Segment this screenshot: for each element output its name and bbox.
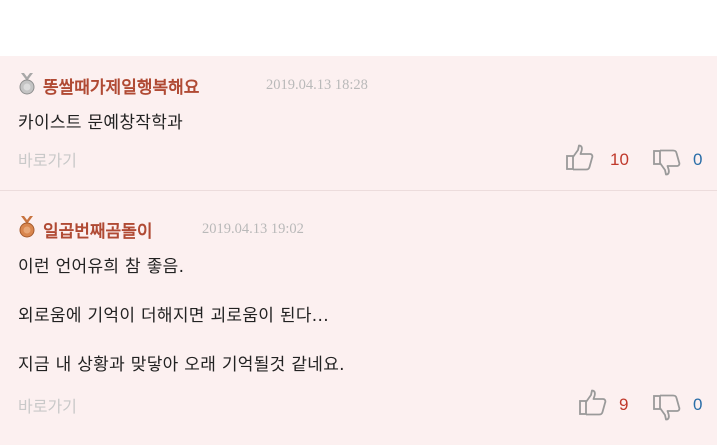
comment-date: 2019.04.13 18:28 — [266, 77, 368, 93]
silver-medal-icon — [19, 73, 35, 95]
reply-shortcut-link[interactable]: 바로가기 — [18, 393, 77, 417]
dislike-count: 0 — [693, 150, 703, 169]
like-count: 10 — [610, 150, 629, 169]
comment-date: 2019.04.13 19:02 — [202, 221, 304, 237]
comment-text-line: 지금 내 상황과 맞닿아 오래 기억될것 같네요. — [18, 355, 345, 375]
reply-shortcut-link[interactable]: 바로가기 — [18, 147, 77, 171]
comment-nickname[interactable]: 일곱번째곰돌이 — [43, 217, 152, 242]
top-blank-area — [0, 0, 717, 56]
comment-nickname[interactable]: 똥쌀때가제일행복해요 — [43, 73, 199, 98]
bronze-medal-icon — [19, 216, 35, 238]
thumbs-up-icon[interactable] — [565, 144, 595, 172]
like-count: 9 — [619, 395, 629, 414]
comment-text-line: 이런 언어유희 참 좋음. — [18, 257, 185, 277]
thumbs-up-icon[interactable] — [578, 389, 608, 417]
comment-text-line: 외로움에 기억이 더해지면 괴로움이 된다... — [18, 306, 329, 326]
dislike-count: 0 — [693, 395, 703, 414]
comment-text: 카이스트 문예창작학과 — [18, 113, 184, 133]
thumbs-down-icon[interactable] — [652, 148, 682, 176]
comment-item: 일곱번째곰돌이 2019.04.13 19:02 이런 언어유희 참 좋음. 외… — [0, 191, 717, 445]
comment-item: 똥쌀때가제일행복해요 2019.04.13 18:28 카이스트 문예창작학과 … — [0, 56, 717, 191]
thumbs-down-icon[interactable] — [652, 393, 682, 421]
